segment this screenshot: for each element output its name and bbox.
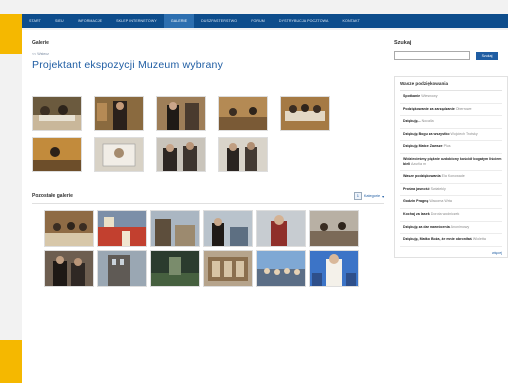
- more-link[interactable]: więcej: [400, 247, 502, 255]
- other-gallery-12[interactable]: [309, 250, 359, 287]
- thanks-item-title: Dziękuję Bogu za wszystko: [403, 131, 450, 136]
- section-label: Galerie: [32, 40, 49, 46]
- thanks-item[interactable]: Dziękuję za dar nawrócenia Anonimowy: [400, 222, 502, 235]
- thanks-item[interactable]: Dziękuję Matce Zawsze Plus: [400, 141, 502, 154]
- thanks-box: Wasze podziękowania Spotkanie Wiesnowy P…: [394, 76, 508, 258]
- thanks-item[interactable]: Kochaj za lasek Dorota wodniczek: [400, 209, 502, 222]
- thanks-item-title: Prośna jasność: [403, 186, 430, 191]
- gallery-photo-6[interactable]: [32, 137, 82, 172]
- yellow-accent-top: [0, 14, 22, 54]
- other-gallery-1[interactable]: [44, 210, 94, 247]
- gallery-photo-3[interactable]: [156, 96, 206, 131]
- thanks-item[interactable]: Dziękuję... Nocalla: [400, 116, 502, 129]
- search-row: Szukaj: [394, 51, 508, 60]
- gallery-photo-2[interactable]: [94, 96, 144, 131]
- thanks-item-author: Wiesnowy: [421, 94, 438, 98]
- thanks-item-title: Kochaj za lasek: [403, 211, 430, 216]
- nav-item-galerie[interactable]: Galerie: [163, 14, 195, 28]
- thanks-item-title: Spotkanie: [403, 94, 421, 98]
- thanks-item[interactable]: Spotkanie Wiesnowy: [400, 91, 502, 104]
- thanks-title: Wasze podziękowania: [400, 79, 502, 91]
- thanks-item[interactable]: Podziękowanie za zarządzanie Oberrowe: [400, 104, 502, 117]
- thanks-item-author: Wojciech Trotsky: [450, 131, 478, 136]
- thanks-item-title: Dziękuję, Matko Boża, że mnie obroniłaś: [403, 237, 472, 242]
- main-column: Galerie << Wstecz Projektant ekspozycji …: [32, 40, 384, 71]
- thanks-item-title: Wasze podziękowania: [403, 174, 441, 179]
- other-gallery-8[interactable]: [97, 250, 147, 287]
- other-gallery-4[interactable]: [203, 210, 253, 247]
- thanks-item-author: Wacoma Wrta: [429, 199, 452, 204]
- gallery-photo-8[interactable]: [156, 137, 206, 172]
- top-navigation: Start Sieu Informacje Sklep internetowy …: [22, 14, 508, 28]
- nav-item-sieu[interactable]: Sieu: [48, 19, 71, 23]
- other-gallery-9[interactable]: [150, 250, 200, 287]
- nav-item-sklep[interactable]: Sklep internetowy: [109, 19, 164, 23]
- thanks-item-author: Wioletta: [472, 237, 486, 242]
- gallery-title: Projektant ekspozycji Muzeum wybrany: [32, 59, 224, 71]
- category-select-label: Kategorie: [363, 194, 381, 198]
- category-select[interactable]: 1 Kategorie ▾: [353, 192, 384, 200]
- search-input[interactable]: [394, 51, 470, 60]
- search-label: Szukaj: [394, 40, 412, 46]
- other-galleries-label: Pozostałe galerie: [32, 193, 73, 199]
- thanks-item-title: Podziękowanie za zarządzanie: [403, 106, 455, 111]
- thanks-item-author: Ela Konowade: [441, 174, 465, 179]
- other-gallery-5[interactable]: [256, 210, 306, 247]
- thanks-item-author: Dorota wodniczek: [430, 211, 460, 216]
- thanks-item[interactable]: Wasze podziękowania Ela Konowade: [400, 171, 502, 184]
- nav-item-informacje[interactable]: Informacje: [71, 19, 109, 23]
- nav-item-forum[interactable]: Forum: [244, 19, 272, 23]
- other-galleries-header: Pozostałe galerie 1 Kategorie ▾: [32, 192, 384, 204]
- gallery-photo-5[interactable]: [280, 96, 330, 131]
- other-gallery-2[interactable]: [97, 210, 147, 247]
- gallery-photo-4[interactable]: [218, 96, 268, 131]
- thanks-item-title: Godzin Pragnę: [403, 199, 429, 204]
- thanks-item-title: Dziękuję za dar nawrócenia: [403, 224, 450, 229]
- sidebar: Szukaj Szukaj Wasze podziękowania Spotka…: [394, 40, 508, 258]
- back-link[interactable]: << Wstecz: [32, 52, 384, 56]
- thanks-item-title: Dziękuję Matce Zawsze: [403, 144, 443, 149]
- other-gallery-6[interactable]: [309, 210, 359, 247]
- other-gallery-11[interactable]: [256, 250, 306, 287]
- gallery-photo-7[interactable]: [94, 137, 144, 172]
- thanks-item-title: Dziękuję...: [403, 119, 421, 124]
- thanks-item-author: Oberrowe: [455, 106, 472, 111]
- yellow-accent-bottom: [0, 340, 22, 383]
- other-gallery-3[interactable]: [150, 210, 200, 247]
- thanks-item-author: Anonimowy: [450, 224, 470, 229]
- thanks-item[interactable]: Dziękuję Bogu za wszystko Wojciech Trots…: [400, 129, 502, 142]
- other-gallery-10[interactable]: [203, 250, 253, 287]
- gallery-photo-9[interactable]: [218, 137, 268, 172]
- gallery-photo-1[interactable]: [32, 96, 82, 131]
- page: Start Sieu Informacje Sklep internetowy …: [0, 0, 508, 383]
- nav-item-kontakt[interactable]: Kontakt: [336, 19, 367, 23]
- content-area: Galerie << Wstecz Projektant ekspozycji …: [22, 30, 508, 383]
- search-button[interactable]: Szukaj: [476, 51, 498, 60]
- thanks-item[interactable]: Widziecieśmy pięknie ozdobiony kościół b…: [400, 154, 502, 172]
- thanks-item[interactable]: Dziękuję, Matko Boża, że mnie obroniłaś …: [400, 234, 502, 247]
- thanks-item-author: Nocalla: [421, 119, 434, 124]
- thanks-item-author: Azurlia m: [411, 161, 426, 166]
- other-gallery-7[interactable]: [44, 250, 94, 287]
- chevron-down-icon: ▾: [382, 194, 384, 199]
- category-box: 1: [353, 192, 362, 200]
- thanks-item-author: Plus: [443, 144, 451, 149]
- thanks-item-author: Swiatekly: [430, 186, 446, 191]
- thanks-item[interactable]: Godzin Pragnę Wacoma Wrta: [400, 196, 502, 209]
- nav-item-dystrybucja[interactable]: Dystrybucja pocztowa: [272, 19, 336, 23]
- thanks-item[interactable]: Prośna jasność Swiatekly: [400, 184, 502, 197]
- nav-item-start[interactable]: Start: [22, 19, 48, 23]
- nav-item-duszpasterstwo[interactable]: Duszpasterstwo: [194, 19, 244, 23]
